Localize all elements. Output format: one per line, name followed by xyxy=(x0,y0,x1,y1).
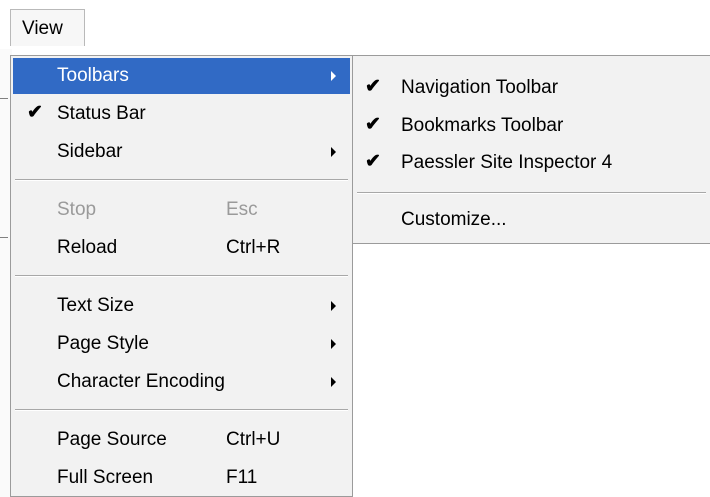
checkmark-icon: ✔ xyxy=(365,76,381,97)
submenu-item-navigation-toolbar[interactable]: ✔ Navigation Toolbar xyxy=(355,70,710,106)
menu-item-stop: Stop Esc xyxy=(13,192,350,228)
menu-item-text-size[interactable]: Text Size xyxy=(13,288,350,324)
submenu-item-customize-label: Customize... xyxy=(401,209,507,230)
menu-item-toolbars-label: Toolbars xyxy=(57,65,129,86)
menu-item-status-bar-label: Status Bar xyxy=(57,103,146,124)
submenu-item-paessler-site-inspector-label: Paessler Site Inspector 4 xyxy=(401,152,613,173)
menu-item-sidebar[interactable]: Sidebar xyxy=(13,134,350,170)
submenu-item-bookmarks-toolbar[interactable]: ✔ Bookmarks Toolbar xyxy=(355,108,710,144)
menu-item-stop-shortcut: Esc xyxy=(226,199,258,220)
menu-bar: View xyxy=(0,0,710,49)
checkmark-icon: ✔ xyxy=(365,151,381,172)
checkmark-icon: ✔ xyxy=(365,114,381,135)
menu-item-character-encoding[interactable]: Character Encoding xyxy=(13,364,350,400)
submenu-arrow-icon xyxy=(331,301,336,311)
toolbars-submenu: ✔ Navigation Toolbar ✔ Bookmarks Toolbar… xyxy=(352,55,710,244)
menu-view-label: View xyxy=(22,18,63,39)
menu-item-full-screen-label: Full Screen xyxy=(57,467,154,488)
menu-item-reload-shortcut: Ctrl+R xyxy=(226,237,281,258)
menu-item-status-bar[interactable]: ✔ Status Bar xyxy=(13,96,350,132)
submenu-item-navigation-toolbar-label: Navigation Toolbar xyxy=(401,77,559,98)
submenu-item-paessler-site-inspector[interactable]: ✔ Paessler Site Inspector 4 xyxy=(355,145,710,181)
menu-item-character-encoding-label: Character Encoding xyxy=(57,371,225,392)
submenu-separator xyxy=(357,192,706,194)
page-tick xyxy=(0,237,8,238)
submenu-item-customize[interactable]: Customize... xyxy=(355,202,710,238)
menu-item-page-style-label: Page Style xyxy=(57,333,149,354)
menu-item-reload[interactable]: Reload Ctrl+R xyxy=(13,230,350,266)
menu-item-toolbars[interactable]: Toolbars xyxy=(13,58,350,94)
menu-item-page-source-label: Page Source xyxy=(57,429,167,450)
checkmark-icon: ✔ xyxy=(27,102,43,123)
menu-item-page-source[interactable]: Page Source Ctrl+U xyxy=(13,422,350,458)
view-menu: Toolbars ✔ Status Bar Sidebar Stop Esc R… xyxy=(10,55,353,497)
menu-separator xyxy=(15,409,348,411)
menu-item-reload-label: Reload xyxy=(57,237,118,258)
submenu-arrow-icon xyxy=(331,71,336,81)
page-tick xyxy=(0,98,8,99)
submenu-arrow-icon xyxy=(331,147,336,157)
menu-separator xyxy=(15,179,348,181)
menu-separator xyxy=(15,275,348,277)
menu-item-stop-label: Stop xyxy=(57,199,97,220)
submenu-arrow-icon xyxy=(331,339,336,349)
menu-item-sidebar-label: Sidebar xyxy=(57,141,123,162)
menu-item-full-screen[interactable]: Full Screen F11 xyxy=(13,460,350,496)
submenu-item-bookmarks-toolbar-label: Bookmarks Toolbar xyxy=(401,115,564,136)
menu-item-page-source-shortcut: Ctrl+U xyxy=(226,429,281,450)
menu-item-full-screen-shortcut: F11 xyxy=(226,467,258,488)
menu-item-text-size-label: Text Size xyxy=(57,295,135,316)
menu-view[interactable]: View xyxy=(10,9,85,46)
submenu-arrow-icon xyxy=(331,377,336,387)
menu-item-page-style[interactable]: Page Style xyxy=(13,326,350,362)
